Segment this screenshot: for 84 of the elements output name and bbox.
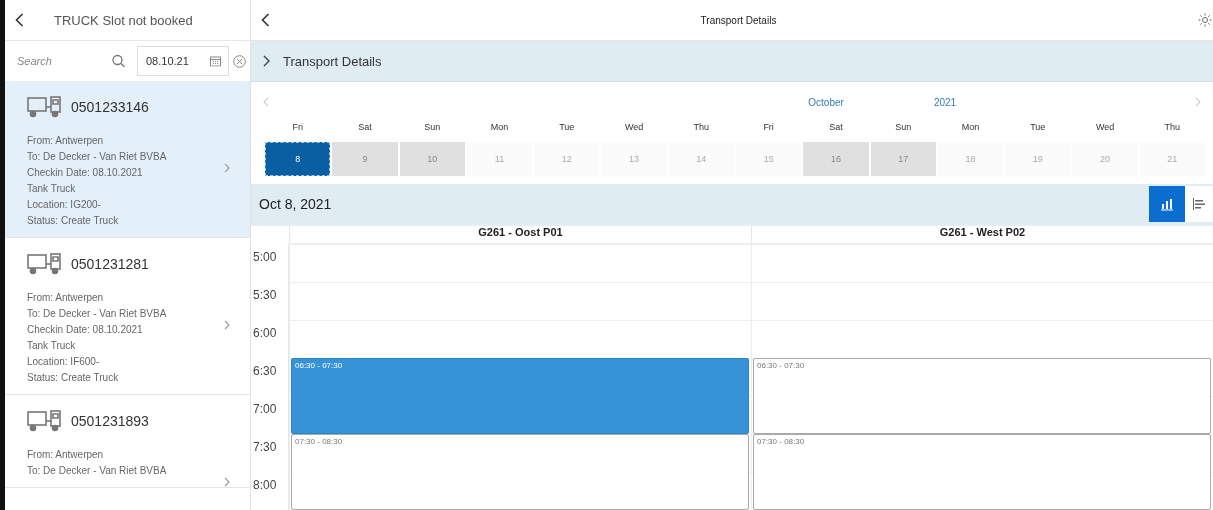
time-label: 7:00 (251, 396, 289, 434)
day-cell[interactable]: 19 (1005, 142, 1071, 176)
weekday-label: Fri (762, 122, 775, 134)
year-link[interactable]: 2021 (933, 96, 957, 108)
column-header: G261 - Oost P01 (289, 226, 751, 244)
day-cell[interactable]: 21 (1139, 142, 1205, 176)
weekday-label: Wed (1094, 122, 1116, 134)
weekday-label: Mon (489, 122, 510, 134)
column-header: G261 - West P02 (751, 226, 1213, 244)
time-label: 8:00 (251, 472, 289, 510)
item-detail: To: De Decker - Van Riet BVBA (27, 307, 167, 321)
settings-icon[interactable] (1197, 12, 1213, 28)
item-detail: From: Antwerpen (27, 134, 104, 148)
weekday-label: Tue (1029, 122, 1047, 134)
chart-view-button[interactable] (1149, 186, 1185, 222)
time-label: 7:30 (251, 434, 289, 472)
weekday-label: Thu (692, 122, 711, 134)
transport-number: 0501231281 (71, 256, 149, 272)
item-detail: From: Antwerpen (27, 291, 104, 305)
item-detail: Tank Truck (27, 339, 76, 353)
item-detail: Checkin Date: 08.10.2021 (27, 166, 143, 180)
weekday-label: Thu (1163, 122, 1182, 134)
item-detail: Status: Create Truck (27, 371, 119, 385)
page-title: Transport Details (699, 14, 778, 26)
clear-icon[interactable] (233, 54, 246, 68)
weekday-label: Fri (291, 122, 304, 134)
time-label: 6:30 (251, 358, 289, 396)
item-detail: From: Antwerpen (27, 448, 104, 462)
time-label: 6:00 (251, 320, 289, 358)
weekday-label: Sat (357, 122, 373, 134)
day-cell[interactable]: 20 (1072, 142, 1138, 176)
bar-chart-icon (1160, 197, 1174, 211)
item-detail: To: De Decker - Van Riet BVBA (27, 464, 167, 478)
day-cell[interactable]: 18 (937, 142, 1004, 176)
time-slot[interactable]: 07:30 - 08:30 (753, 434, 1211, 510)
truck-list-item[interactable]: 0501233146 From: Antwerpen To: De Decker - Van Riet BVBA Checkin Date: 08.10.2021 Tank Truck Location: IG200- Status: Create Truck (5, 81, 250, 238)
time-slot[interactable]: 07:30 - 08:30 (291, 434, 749, 510)
master-title: TRUCK Slot not booked (54, 12, 193, 28)
day-cell[interactable]: 17 (870, 142, 936, 176)
time-label: 5:30 (251, 282, 289, 320)
list-view-button[interactable] (1185, 186, 1213, 222)
weekday-label: Tue (558, 122, 576, 134)
time-slot[interactable]: 06:30 - 07:30 (753, 358, 1211, 434)
day-cell[interactable]: 9 (332, 142, 398, 176)
day-cell[interactable]: 13 (601, 142, 667, 176)
weekday-label: Wed (623, 122, 645, 134)
time-label: 5:00 (251, 244, 289, 282)
truck-icon (27, 252, 61, 276)
day-cell[interactable]: 12 (534, 142, 600, 176)
selected-date: Oct 8, 2021 (259, 196, 332, 212)
calendar-icon[interactable] (210, 55, 221, 67)
item-detail: Checkin Date: 08.10.2021 (27, 323, 143, 337)
day-cell[interactable]: 8 (265, 142, 331, 176)
date-field[interactable]: 08.10.21 (137, 46, 229, 76)
transport-number: 0501231893 (71, 413, 149, 429)
chevron-icon (224, 320, 230, 330)
section-title: Transport Details (283, 53, 382, 69)
truck-icon (27, 95, 61, 119)
item-detail: Tank Truck (27, 182, 76, 196)
chevron-icon (263, 55, 271, 67)
month-link[interactable]: October (808, 96, 844, 108)
back-icon[interactable] (15, 13, 24, 27)
back-icon[interactable] (261, 13, 270, 27)
weekday-label: Sat (828, 122, 844, 134)
day-cell[interactable]: 10 (399, 142, 465, 176)
list-icon (1192, 197, 1206, 211)
transport-number: 0501233146 (71, 99, 149, 115)
item-detail: To: De Decker - Van Riet BVBA (27, 150, 167, 164)
time-slot[interactable]: 06:30 - 07:30 (291, 358, 749, 434)
section-header[interactable]: Transport Details (251, 41, 1213, 82)
day-cell[interactable]: 16 (803, 142, 869, 176)
day-cell[interactable]: 14 (668, 142, 734, 176)
item-detail: Location: IF600- (27, 355, 100, 369)
day-cell[interactable]: 15 (736, 142, 802, 176)
search-icon[interactable] (112, 54, 125, 68)
chevron-icon (224, 477, 230, 487)
item-detail: Status: Create Truck (27, 214, 119, 228)
day-cell[interactable]: 11 (466, 142, 533, 176)
weekday-label: Sun (423, 122, 442, 134)
chevron-icon (224, 163, 230, 173)
weekday-label: Mon (960, 122, 981, 134)
item-detail: Location: IG200- (27, 198, 101, 212)
weekday-label: Sun (894, 122, 913, 134)
truck-icon (27, 409, 61, 433)
